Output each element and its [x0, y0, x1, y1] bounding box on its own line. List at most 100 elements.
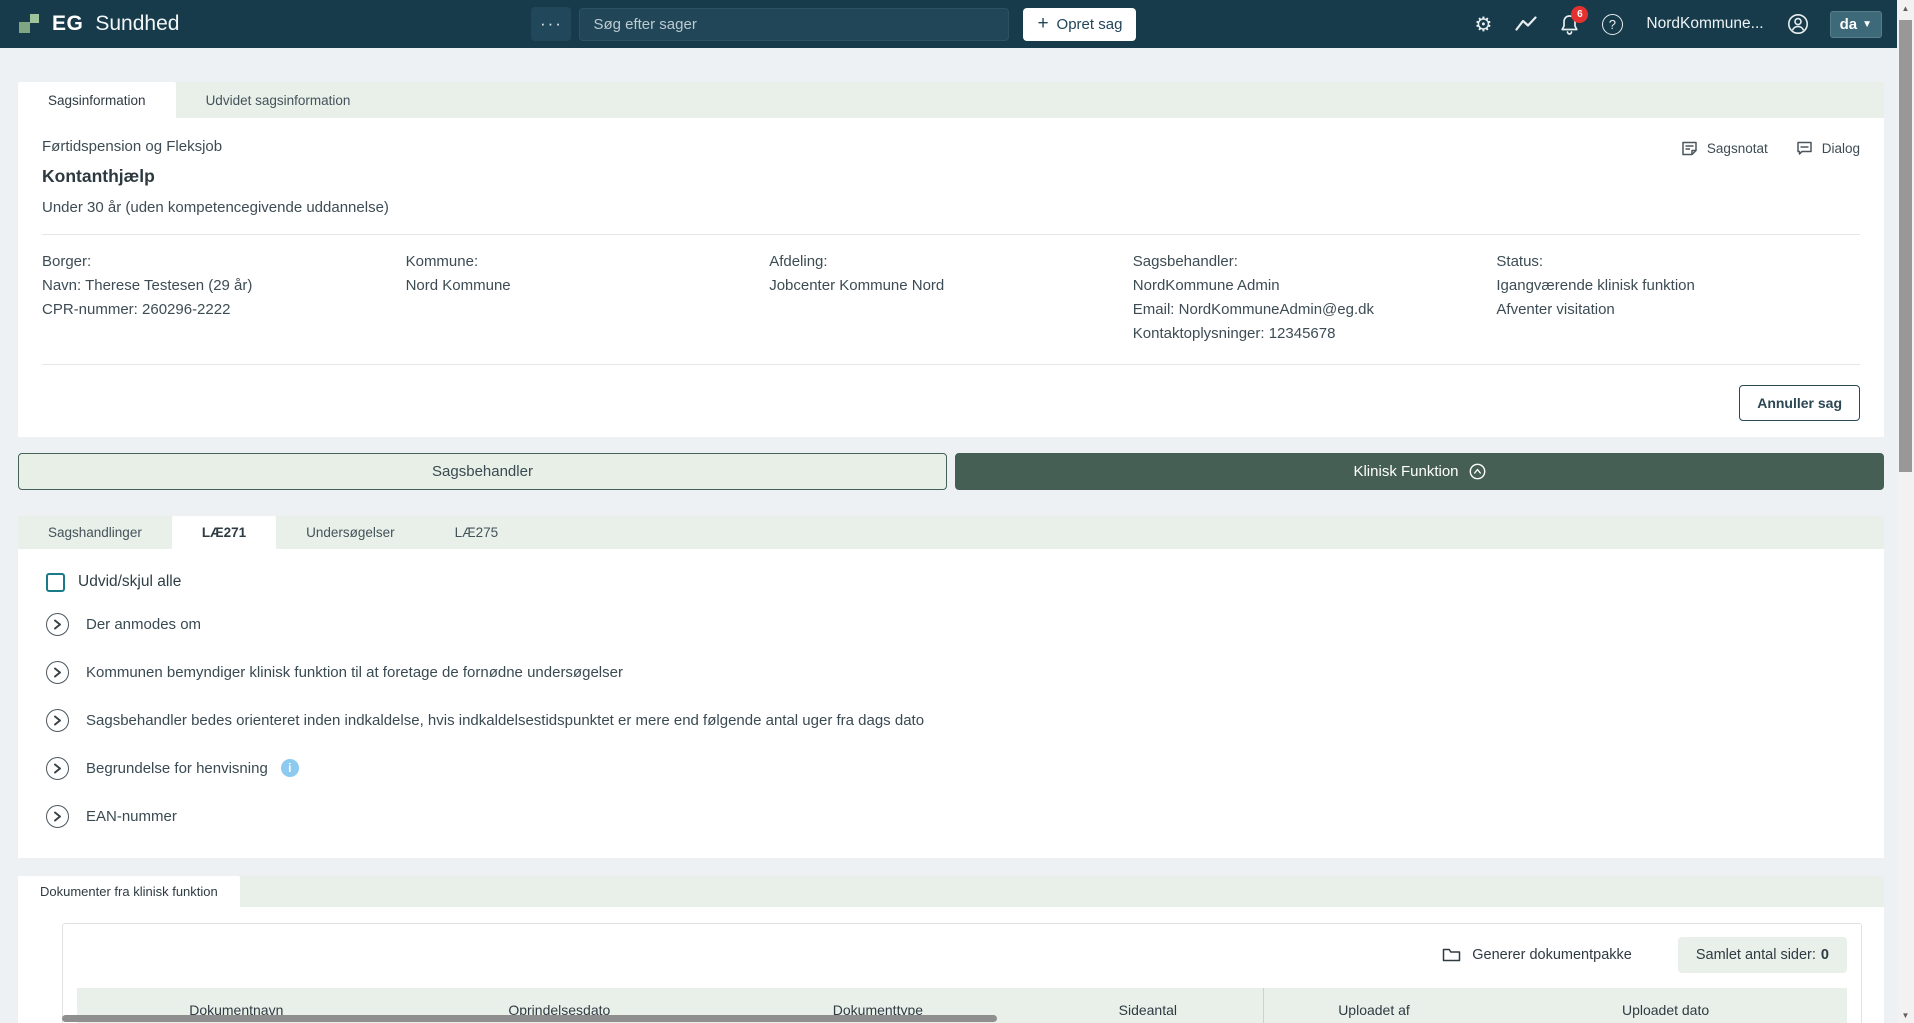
user-account-icon[interactable] [1787, 13, 1809, 35]
info-line: Navn: Therese Testesen (29 år) [42, 274, 406, 298]
tab-sagshandlinger[interactable]: Sagshandlinger [18, 516, 172, 549]
header-right: ⚙ 6 ? NordKommune... da ▼ [1472, 11, 1884, 38]
vertical-scrollbar-thumb[interactable] [1899, 20, 1912, 472]
chevron-right-icon[interactable] [46, 757, 69, 780]
caseworker-toggle-button[interactable]: Sagsbehandler [18, 453, 947, 490]
info-line: CPR-nummer: 260296-2222 [42, 298, 406, 322]
create-case-label: Opret sag [1057, 16, 1123, 33]
tab-udvidet-sagsinformation[interactable]: Udvidet sagsinformation [176, 82, 381, 118]
help-icon[interactable]: ? [1601, 13, 1623, 35]
notifications-bell-icon[interactable]: 6 [1558, 13, 1580, 35]
plus-icon: + [1037, 14, 1048, 33]
scroll-up-arrow-icon[interactable]: ▲ [1897, 0, 1914, 16]
case-card-body: Førtidspension og Fleksjob Kontanthjælp … [18, 118, 1884, 437]
case-category: Førtidspension og Fleksjob [42, 138, 389, 155]
column-sideantal: Sideantal [1033, 1002, 1263, 1018]
tab-lae271[interactable]: LÆ271 [172, 516, 276, 549]
documents-panel: Generer dokumentpakke Samlet antal sider… [62, 923, 1862, 1023]
language-code: da [1840, 16, 1858, 33]
column-uploadet-dato: Uploadet dato [1484, 1002, 1847, 1018]
form-row-label: Sagsbehandler bedes orienteret inden ind… [86, 712, 924, 729]
column-uploadet-af: Uploadet af [1263, 988, 1484, 1023]
clinical-function-label: Klinisk Funktion [1353, 463, 1458, 480]
total-pages-label: Samlet antal sider: [1696, 947, 1816, 963]
tab-lae275[interactable]: LÆ275 [425, 516, 529, 549]
form-row-sagsbehandler-orienteret[interactable]: Sagsbehandler bedes orienteret inden ind… [46, 696, 1856, 744]
total-pages-value: 0 [1821, 947, 1829, 963]
more-options-button[interactable]: ··· [531, 7, 571, 41]
horizontal-scrollbar-thumb[interactable] [62, 1015, 997, 1022]
account-name[interactable]: NordKommune... [1646, 15, 1763, 33]
scroll-down-arrow-icon[interactable]: ▼ [1897, 1007, 1914, 1023]
brand-logo[interactable]: EG Sundhed [18, 12, 179, 36]
case-note-button[interactable]: Sagsnotat [1681, 140, 1768, 157]
expand-all-label: Udvid/skjul alle [78, 573, 181, 591]
info-line: Igangværende klinisk funktion [1496, 274, 1860, 298]
form-card: Sagshandlinger LÆ271 Undersøgelser LÆ275… [18, 516, 1884, 858]
expand-all-checkbox[interactable] [46, 573, 65, 592]
role-toggle: Sagsbehandler Klinisk Funktion [18, 453, 1884, 490]
generate-package-label: Generer dokumentpakke [1472, 947, 1632, 963]
info-line: Afventer visitation [1496, 298, 1860, 322]
case-subtitle: Under 30 år (uden kompetencegivende udda… [42, 199, 389, 216]
create-case-button[interactable]: + Opret sag [1023, 8, 1136, 41]
case-dialog-label: Dialog [1822, 141, 1860, 156]
case-info-grid: Borger: Navn: Therese Testesen (29 år) C… [42, 250, 1860, 346]
case-card-tabbar: Sagsinformation Udvidet sagsinformation [18, 82, 1884, 118]
app-header: EG Sundhed ··· + Opret sag ⚙ 6 [0, 0, 1914, 48]
form-row-kommunen-bemyndiger[interactable]: Kommunen bemyndiger klinisk funktion til… [46, 648, 1856, 696]
notification-count-badge: 6 [1571, 6, 1588, 23]
case-title: Kontanthjælp [42, 166, 389, 187]
info-kommune: Kommune: Nord Kommune [406, 250, 770, 346]
case-actions: Sagsnotat Dialog [1681, 140, 1860, 157]
form-row-ean-nummer[interactable]: EAN-nummer [46, 792, 1856, 840]
info-label: Status: [1496, 250, 1860, 274]
settings-gear-icon[interactable]: ⚙ [1472, 13, 1494, 35]
brand-primary: EG [52, 12, 83, 36]
search-input[interactable] [579, 8, 1009, 41]
generate-document-package-button[interactable]: Generer dokumentpakke [1442, 947, 1632, 963]
info-label: Afdeling: [769, 250, 1133, 274]
chevron-right-icon[interactable] [46, 805, 69, 828]
divider [42, 364, 1860, 365]
note-icon [1681, 140, 1698, 157]
documents-tabbar: Dokumenter fra klinisk funktion [18, 876, 1884, 907]
case-information-card: Sagsinformation Udvidet sagsinformation … [18, 82, 1884, 437]
activity-trend-icon[interactable] [1515, 13, 1537, 35]
vertical-scrollbar[interactable]: ▲ ▼ [1897, 0, 1914, 1023]
form-card-body: Udvid/skjul alle Der anmodes om Kommunen… [18, 549, 1884, 858]
folder-icon [1442, 947, 1461, 963]
form-row-der-anmodes-om[interactable]: Der anmodes om [46, 600, 1856, 648]
form-row-label: Begrundelse for henvisning [86, 760, 268, 777]
divider [42, 234, 1860, 235]
info-line: Jobcenter Kommune Nord [769, 274, 1133, 298]
clinical-function-toggle-button[interactable]: Klinisk Funktion [955, 453, 1884, 490]
info-label: Sagsbehandler: [1133, 250, 1497, 274]
chevron-right-icon[interactable] [46, 709, 69, 732]
brand-secondary: Sundhed [95, 12, 179, 36]
tab-sagsinformation[interactable]: Sagsinformation [18, 82, 176, 118]
case-note-label: Sagsnotat [1707, 141, 1768, 156]
info-icon[interactable]: i [281, 759, 299, 777]
info-line: NordKommune Admin [1133, 274, 1497, 298]
info-afdeling: Afdeling: Jobcenter Kommune Nord [769, 250, 1133, 346]
case-dialog-button[interactable]: Dialog [1796, 140, 1860, 157]
documents-card: Dokumenter fra klinisk funktion Generer … [18, 876, 1884, 1023]
info-line: Kontaktoplysninger: 12345678 [1133, 322, 1497, 346]
expand-collapse-all[interactable]: Udvid/skjul alle [46, 564, 1856, 600]
documents-card-body: Generer dokumentpakke Samlet antal sider… [18, 907, 1884, 1023]
form-row-begrundelse[interactable]: Begrundelse for henvisning i [46, 744, 1856, 792]
form-card-tabbar: Sagshandlinger LÆ271 Undersøgelser LÆ275 [18, 516, 1884, 549]
tab-undersoegelser[interactable]: Undersøgelser [276, 516, 425, 549]
cancel-case-button[interactable]: Annuller sag [1739, 385, 1860, 421]
chevron-right-icon[interactable] [46, 613, 69, 636]
info-line: Nord Kommune [406, 274, 770, 298]
form-row-label: Der anmodes om [86, 616, 201, 633]
language-selector[interactable]: da ▼ [1830, 11, 1882, 38]
info-borger: Borger: Navn: Therese Testesen (29 år) C… [42, 250, 406, 346]
documents-toolbar: Generer dokumentpakke Samlet antal sider… [77, 934, 1847, 976]
tab-dokumenter-fra-klinisk-funktion[interactable]: Dokumenter fra klinisk funktion [18, 876, 240, 907]
chevron-right-icon[interactable] [46, 661, 69, 684]
form-row-label: Kommunen bemyndiger klinisk funktion til… [86, 664, 623, 681]
chevron-down-icon: ▼ [1862, 19, 1872, 30]
